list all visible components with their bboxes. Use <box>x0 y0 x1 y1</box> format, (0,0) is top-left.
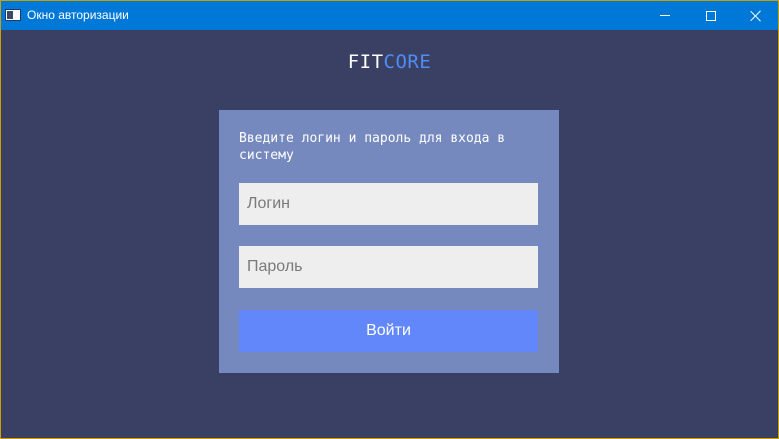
login-button[interactable]: Войти <box>239 310 538 352</box>
brand-fit: FIT <box>347 51 384 73</box>
brand-core: CORE <box>383 51 432 73</box>
login-button-label: Войти <box>366 322 411 339</box>
minimize-icon <box>660 15 670 16</box>
app-window-icon <box>5 9 21 21</box>
window-title: Окно авторизации <box>27 8 129 22</box>
login-card: Введите логин и пароль для входа в систе… <box>219 110 559 373</box>
password-input[interactable] <box>239 246 538 288</box>
brand-logo: FITCORE <box>1 51 778 73</box>
maximize-button[interactable] <box>688 1 734 30</box>
auth-window: Окно авторизации FITCORE Введите логин и… <box>0 0 779 439</box>
close-icon <box>750 10 762 22</box>
close-button[interactable] <box>733 1 779 30</box>
login-input[interactable] <box>239 183 538 225</box>
maximize-icon <box>706 10 716 21</box>
title-bar[interactable]: Окно авторизации <box>1 1 778 30</box>
minimize-button[interactable] <box>642 1 688 30</box>
login-prompt: Введите логин и пароль для входа в систе… <box>239 131 506 163</box>
